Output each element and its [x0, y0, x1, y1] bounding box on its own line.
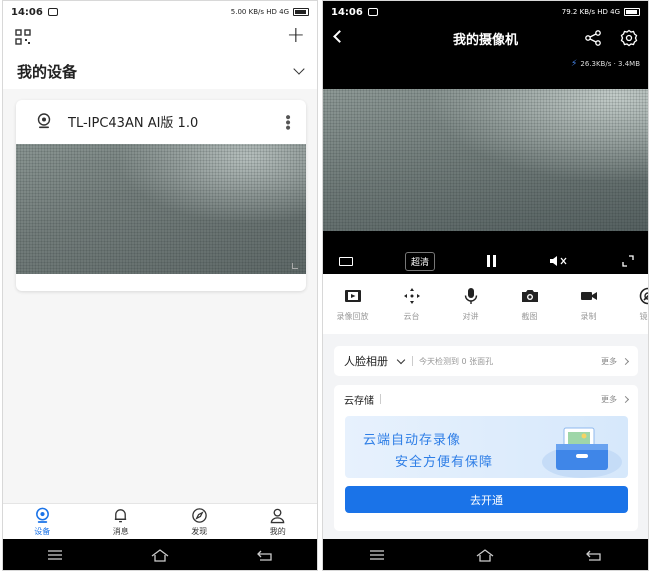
quality-button[interactable]: 超清	[404, 251, 435, 271]
tool-label: 云台	[403, 311, 420, 321]
tab-label: 消息	[112, 526, 129, 536]
tab-messages[interactable]: 消息	[82, 504, 161, 539]
bell-icon	[115, 508, 127, 522]
cloud-more-link[interactable]: 更多	[601, 394, 630, 405]
live-view-panel: 14:06 79.2 KB/s HD 4G 我的摄像机 ⚡ 26.3KB/s ·…	[323, 1, 648, 274]
status-bar: 14:06 79.2 KB/s HD 4G	[323, 1, 648, 23]
tool-label: 录像回放	[336, 311, 369, 321]
top-toolbar: +	[3, 23, 317, 53]
back-nav-icon[interactable]	[256, 548, 274, 562]
qr-scan-icon[interactable]	[15, 29, 31, 45]
notification-icon	[367, 8, 378, 16]
face-album-card[interactable]: 人脸相册 今天检测到 0 张面孔 更多	[334, 346, 638, 376]
tool-label: 镜头	[639, 311, 649, 321]
system-nav-bar	[323, 539, 648, 570]
plus-icon[interactable]: +	[287, 25, 305, 47]
home-icon[interactable]	[476, 548, 494, 562]
tool-ptz[interactable]: 云台	[382, 287, 441, 322]
chevron-down-icon[interactable]	[396, 355, 406, 364]
tool-label: 截图	[521, 311, 538, 321]
mute-icon[interactable]	[548, 254, 570, 268]
more-options-icon[interactable]: •••	[279, 113, 295, 129]
cloud-storage-card: 云存储 更多 云端自动存录像 安全方便有保障 去开通	[334, 385, 638, 531]
tool-record[interactable]: 录制	[559, 287, 618, 322]
tool-lens[interactable]: 镜头	[618, 287, 648, 322]
banner-line-2: 安全方便有保障	[395, 455, 494, 470]
gear-icon[interactable]	[620, 29, 638, 47]
lightning-icon: ⚡	[571, 59, 578, 69]
chevron-right-icon	[621, 395, 630, 403]
status-time: 14:06	[11, 6, 43, 18]
cloud-storage-header: 云存储 更多	[334, 385, 638, 413]
cloud-promo-banner[interactable]: 云端自动存录像 安全方便有保障	[345, 416, 628, 478]
tab-mine[interactable]: 我的	[239, 504, 318, 539]
tab-label: 发现	[191, 526, 208, 536]
notification-icon	[47, 8, 58, 16]
expand-icon	[292, 263, 298, 269]
chevron-down-icon[interactable]	[293, 63, 305, 75]
camera-preview-thumbnail[interactable]	[16, 144, 306, 274]
status-bar: 14:06 5.00 KB/s HD 4G	[3, 1, 317, 23]
tab-devices[interactable]: 设备	[3, 504, 82, 539]
tool-playback[interactable]: 录像回放	[323, 287, 382, 322]
page-title: 我的摄像机	[452, 32, 518, 48]
back-nav-icon[interactable]	[585, 548, 603, 562]
tab-discover[interactable]: 发现	[160, 504, 239, 539]
device-icon	[35, 507, 49, 523]
cloud-folder-illustration	[542, 427, 622, 478]
camera-header: 我的摄像机	[323, 23, 648, 53]
tab-label: 我的	[269, 526, 286, 536]
system-nav-bar	[3, 539, 317, 570]
camera-snapshot-icon	[521, 289, 538, 302]
video-record-icon	[580, 291, 597, 300]
video-controls: 超清	[323, 249, 648, 273]
person-icon	[270, 508, 285, 523]
aspect-ratio-icon[interactable]	[339, 256, 353, 266]
device-list-screen: 14:06 5.00 KB/s HD 4G + 我的设备 TL-IPC43AN …	[2, 0, 318, 571]
share-icon[interactable]	[584, 29, 602, 47]
device-card-header: TL-IPC43AN AI版 1.0 •••	[16, 100, 306, 142]
status-indicators: 5.00 KB/s HD 4G	[230, 8, 289, 16]
tool-label: 录制	[580, 311, 597, 321]
home-icon[interactable]	[151, 548, 169, 562]
tab-label: 设备	[34, 526, 51, 536]
face-album-title: 人脸相册	[344, 355, 388, 368]
film-icon	[344, 289, 361, 302]
microphone-icon	[464, 287, 477, 304]
live-video[interactable]	[323, 89, 648, 231]
activate-cloud-button[interactable]: 去开通	[345, 486, 628, 513]
camera-live-screen: 14:06 79.2 KB/s HD 4G 我的摄像机 ⚡ 26.3KB/s ·…	[322, 0, 649, 571]
device-name: TL-IPC43AN AI版 1.0	[68, 115, 199, 131]
cloud-storage-title: 云存储	[344, 395, 374, 407]
camera-icon	[37, 113, 51, 129]
face-detect-info: 今天检测到 0 张面孔	[419, 356, 494, 366]
menu-icon[interactable]	[46, 548, 64, 562]
face-more-link[interactable]: 更多	[601, 356, 630, 367]
bottom-tab-bar: 设备 消息 发现 我的	[3, 503, 317, 539]
status-indicators: 79.2 KB/s HD 4G	[561, 8, 620, 16]
compass-icon	[191, 507, 207, 523]
tool-snapshot[interactable]: 截图	[500, 287, 559, 322]
battery-icon	[624, 8, 640, 16]
move-arrows-icon	[403, 287, 420, 304]
page-title: 我的设备	[17, 62, 78, 81]
lens-icon	[639, 287, 648, 304]
device-title-row[interactable]: 我的设备	[3, 53, 317, 89]
chevron-right-icon	[621, 357, 630, 365]
stream-speed: ⚡ 26.3KB/s · 3.4MB	[571, 59, 640, 69]
status-time: 14:06	[331, 6, 363, 18]
banner-line-1: 云端自动存录像	[363, 433, 462, 448]
tool-bar: 录像回放 云台 对讲 截图 录制 镜头	[323, 274, 648, 334]
tool-talk[interactable]: 对讲	[441, 287, 500, 322]
device-card[interactable]: TL-IPC43AN AI版 1.0 •••	[16, 100, 306, 291]
back-icon[interactable]	[333, 30, 346, 43]
fullscreen-icon[interactable]	[622, 255, 634, 267]
battery-icon	[293, 8, 309, 16]
menu-icon[interactable]	[368, 548, 386, 562]
tool-label: 对讲	[462, 311, 479, 321]
pause-icon[interactable]	[486, 255, 496, 267]
